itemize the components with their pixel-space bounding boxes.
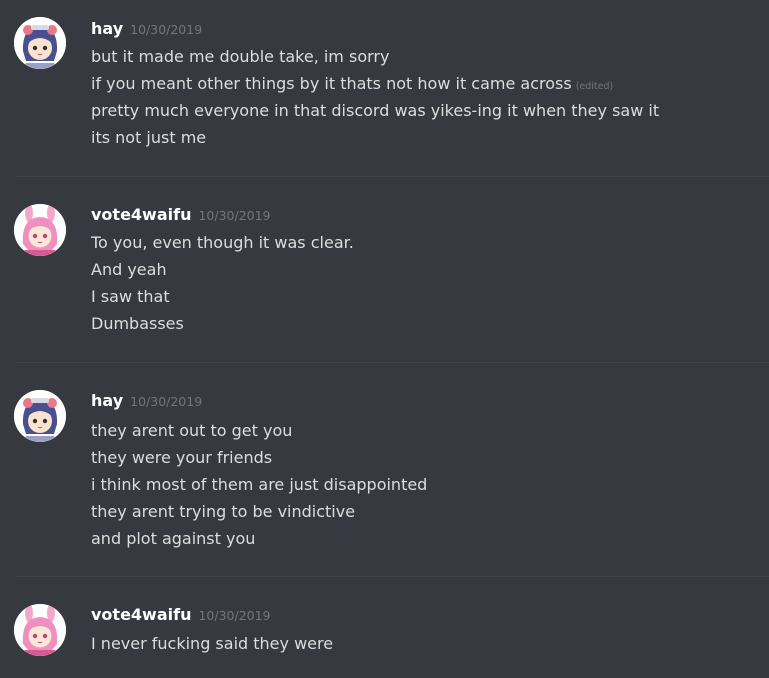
hay-avatar-icon <box>14 17 66 69</box>
avatar-hay[interactable] <box>14 17 66 69</box>
message-header: vote4waifu 10/30/2019 <box>91 605 271 627</box>
vote4waifu-avatar-icon <box>14 204 66 256</box>
message-divider <box>16 576 769 577</box>
avatar-vote4waifu[interactable] <box>14 604 66 656</box>
message-line: I never fucking said they were <box>91 634 334 653</box>
message-line: they arent out to get you <box>91 421 293 440</box>
message-line-text: if you meant other things by it thats no… <box>91 74 572 93</box>
message-line: they were your friends <box>91 448 273 467</box>
username[interactable]: hay <box>91 391 123 410</box>
message-header: vote4waifu 10/30/2019 <box>91 205 271 227</box>
timestamp: 10/30/2019 <box>130 22 203 37</box>
message-divider <box>16 176 769 177</box>
username[interactable]: hay <box>91 19 123 38</box>
message-line: its not just me <box>91 128 207 147</box>
message-line: but it made me double take, im sorry <box>91 47 390 66</box>
message-content: but it made me double take, im sorry if … <box>91 43 659 151</box>
message-line: And yeah <box>91 260 167 279</box>
avatar-hay[interactable] <box>14 390 66 442</box>
message-line: i think most of them are just disappoint… <box>91 475 428 494</box>
message-line: To you, even though it was clear. <box>91 233 354 252</box>
message-divider <box>16 362 769 363</box>
message-line-edited: if you meant other things by it thats no… <box>91 70 659 97</box>
message-header: hay 10/30/2019 <box>91 19 202 41</box>
message-line: pretty much everyone in that discord was… <box>91 101 660 120</box>
username[interactable]: vote4waifu <box>91 605 191 624</box>
edited-label: (edited) <box>575 81 614 92</box>
timestamp: 10/30/2019 <box>130 394 203 409</box>
message-content: I never fucking said they were <box>91 630 333 657</box>
message-line: I saw that <box>91 287 170 306</box>
username[interactable]: vote4waifu <box>91 205 191 224</box>
message-line: they arent trying to be vindictive <box>91 502 356 521</box>
vote4waifu-avatar-icon <box>14 604 66 656</box>
chat-message-list: hay 10/30/2019 but it made me double take… <box>0 0 769 678</box>
message-line: and plot against you <box>91 529 256 548</box>
timestamp: 10/30/2019 <box>198 208 271 223</box>
message-header: hay 10/30/2019 <box>91 391 202 413</box>
avatar-vote4waifu[interactable] <box>14 204 66 256</box>
message-content: they arent out to get you they were your… <box>91 417 427 552</box>
message-content: To you, even though it was clear. And ye… <box>91 229 354 337</box>
hay-avatar-icon <box>14 390 66 442</box>
timestamp: 10/30/2019 <box>198 608 271 623</box>
message-line: Dumbasses <box>91 314 184 333</box>
